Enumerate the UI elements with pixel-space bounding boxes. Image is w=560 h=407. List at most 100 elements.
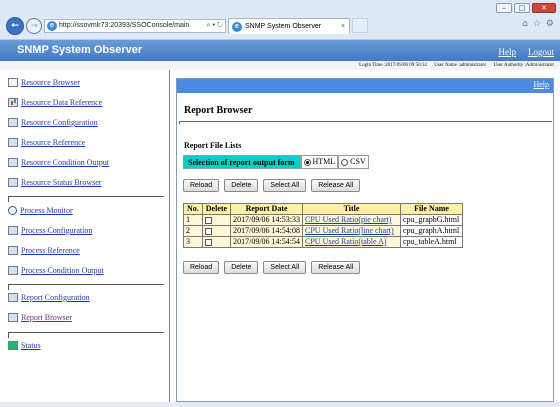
row-no: 3 xyxy=(183,236,203,248)
close-window-button[interactable]: ✕ xyxy=(532,3,556,13)
sidebar-link-process-reference[interactable]: Process Reference xyxy=(21,246,80,255)
app-title: SNMP System Observer xyxy=(17,44,143,56)
reload-button[interactable]: Reload xyxy=(183,261,220,274)
radio-html-label: HTML xyxy=(312,157,336,166)
config-icon xyxy=(8,118,18,127)
back-button[interactable]: ← xyxy=(6,17,24,35)
delete-checkbox[interactable] xyxy=(204,227,212,235)
sidebar-link-resource-data-reference[interactable]: Resource Data Reference xyxy=(21,98,102,107)
settings-gear-icon[interactable]: ⚙ xyxy=(546,19,554,29)
favorites-icon[interactable]: ☆ xyxy=(533,19,541,29)
radio-csv-dot[interactable] xyxy=(341,158,349,166)
tab-title: SNMP System Observer xyxy=(245,23,322,30)
reference-icon xyxy=(8,246,18,255)
sidebar-link-process-configuration[interactable]: Process Configuration xyxy=(21,226,92,235)
output-form-label: Selection of report output form xyxy=(183,155,301,169)
sidebar-link-status[interactable]: Status xyxy=(21,341,41,350)
logout-link[interactable]: Logout xyxy=(528,47,554,57)
data-icon xyxy=(8,98,18,107)
condition-icon xyxy=(8,266,18,275)
delete-checkbox[interactable] xyxy=(204,216,212,224)
sidebar-link-resource-browser[interactable]: Resource Browser xyxy=(21,78,80,87)
row-file-name: cpu_graphG.html xyxy=(400,214,463,226)
sidebar-item-status[interactable]: Status xyxy=(8,341,41,350)
col-delete: Delete xyxy=(201,203,232,215)
new-tab-button[interactable] xyxy=(352,18,368,33)
header-links: Help Logout xyxy=(499,47,555,57)
sidebar-item-resource-condition-output[interactable]: Resource Condition Output xyxy=(8,158,109,167)
report-title-link[interactable]: CPU Used Ratio(pie chart) xyxy=(305,215,391,224)
delete-button[interactable]: Delete xyxy=(224,261,259,274)
sidebar-link-process-condition-output[interactable]: Process Condition Output xyxy=(21,266,104,275)
reference-icon xyxy=(8,138,18,147)
sidebar-link-resource-configuration[interactable]: Resource Configuration xyxy=(21,118,98,127)
status-icon xyxy=(8,178,18,187)
release-all-button[interactable]: Release All xyxy=(311,261,361,274)
col-report-date: Report Date xyxy=(230,203,303,215)
sidebar-item-resource-reference[interactable]: Resource Reference xyxy=(8,138,85,147)
panel-help-link[interactable]: Help xyxy=(533,80,549,89)
tab-ie-icon: e xyxy=(232,22,242,32)
row-title-cell: CPU Used Ratio(table A) xyxy=(302,236,401,248)
bottom-button-row: Reload Delete Select All Release All xyxy=(183,261,361,274)
reload-button[interactable]: Reload xyxy=(183,179,220,192)
condition-icon xyxy=(8,158,18,167)
sidebar-item-process-reference[interactable]: Process Reference xyxy=(8,246,80,255)
select-all-button[interactable]: Select All xyxy=(263,179,307,192)
delete-checkbox[interactable] xyxy=(204,238,212,246)
row-file-name: cpu_tableA.html xyxy=(400,236,463,248)
sidebar: Resource Browser Resource Data Reference… xyxy=(0,70,170,402)
col-file-name: File Name xyxy=(400,203,463,215)
browser-tab[interactable]: e SNMP System Observer × xyxy=(228,18,350,34)
sidebar-item-report-configuration[interactable]: Report Configuration xyxy=(8,293,90,302)
address-bar[interactable]: e http://ssovmlr73:20393/SSOConsole/main… xyxy=(44,19,226,33)
output-form-selector: Selection of report output form HTML CSV xyxy=(183,155,369,169)
browser-icon xyxy=(8,78,18,87)
forward-button[interactable]: → xyxy=(26,18,42,34)
sidebar-link-resource-status-browser[interactable]: Resource Status Browser xyxy=(21,178,101,187)
sidebar-item-report-browser[interactable]: Report Browser xyxy=(8,313,72,322)
ie-icon: e xyxy=(47,21,57,31)
select-all-button[interactable]: Select All xyxy=(263,261,307,274)
section-title: Report File Lists xyxy=(184,141,242,150)
sidebar-link-process-monitor[interactable]: Process Monitor xyxy=(20,206,73,215)
maximize-button[interactable]: □ xyxy=(514,3,530,13)
radio-html-dot[interactable] xyxy=(303,158,311,166)
sidebar-link-report-configuration[interactable]: Report Configuration xyxy=(21,293,90,302)
tab-close-icon[interactable]: × xyxy=(341,19,345,34)
sidebar-item-process-configuration[interactable]: Process Configuration xyxy=(8,226,92,235)
sidebar-item-resource-status-browser[interactable]: Resource Status Browser xyxy=(8,178,101,187)
sidebar-item-process-monitor[interactable]: Process Monitor xyxy=(8,206,73,215)
radio-csv[interactable]: CSV xyxy=(338,155,369,169)
delete-button[interactable]: Delete xyxy=(224,179,259,192)
report-config-icon xyxy=(8,293,18,302)
title-divider xyxy=(179,121,552,124)
main-panel: Help Report Browser Report File Lists Se… xyxy=(176,78,554,402)
page-title: Report Browser xyxy=(184,105,253,116)
home-icon[interactable]: ⌂ xyxy=(522,19,528,29)
window-bottom-edge xyxy=(0,402,560,407)
row-date: 2017/09/06 14:54:08 xyxy=(230,225,303,237)
row-date: 2017/09/06 14:54:54 xyxy=(230,236,303,248)
sidebar-link-resource-condition-output[interactable]: Resource Condition Output xyxy=(21,158,109,167)
row-date: 2017/09/06 14:53:33 xyxy=(230,214,303,226)
sidebar-item-resource-browser[interactable]: Resource Browser xyxy=(8,78,80,87)
radio-html[interactable]: HTML xyxy=(300,155,339,169)
help-link[interactable]: Help xyxy=(499,47,517,57)
address-tools[interactable]: ⌕ ▾ ↻ xyxy=(206,20,223,32)
sidebar-link-resource-reference[interactable]: Resource Reference xyxy=(21,138,85,147)
sidebar-link-report-browser[interactable]: Report Browser xyxy=(21,313,72,322)
row-delete-cell xyxy=(201,214,232,226)
help-bar: Help xyxy=(177,79,553,93)
sidebar-item-resource-data-reference[interactable]: Resource Data Reference xyxy=(8,98,102,107)
sidebar-divider xyxy=(8,196,164,202)
sidebar-item-process-condition-output[interactable]: Process Condition Output xyxy=(8,266,104,275)
row-title-cell: CPU Used Ratio(pie chart) xyxy=(302,214,401,226)
sidebar-divider xyxy=(8,284,164,290)
row-delete-cell xyxy=(201,236,232,248)
minimize-button[interactable]: – xyxy=(496,3,512,13)
report-title-link[interactable]: CPU Used Ratio(line chart) xyxy=(305,226,394,235)
sidebar-item-resource-configuration[interactable]: Resource Configuration xyxy=(8,118,98,127)
release-all-button[interactable]: Release All xyxy=(311,179,361,192)
report-title-link[interactable]: CPU Used Ratio(table A) xyxy=(305,237,387,246)
